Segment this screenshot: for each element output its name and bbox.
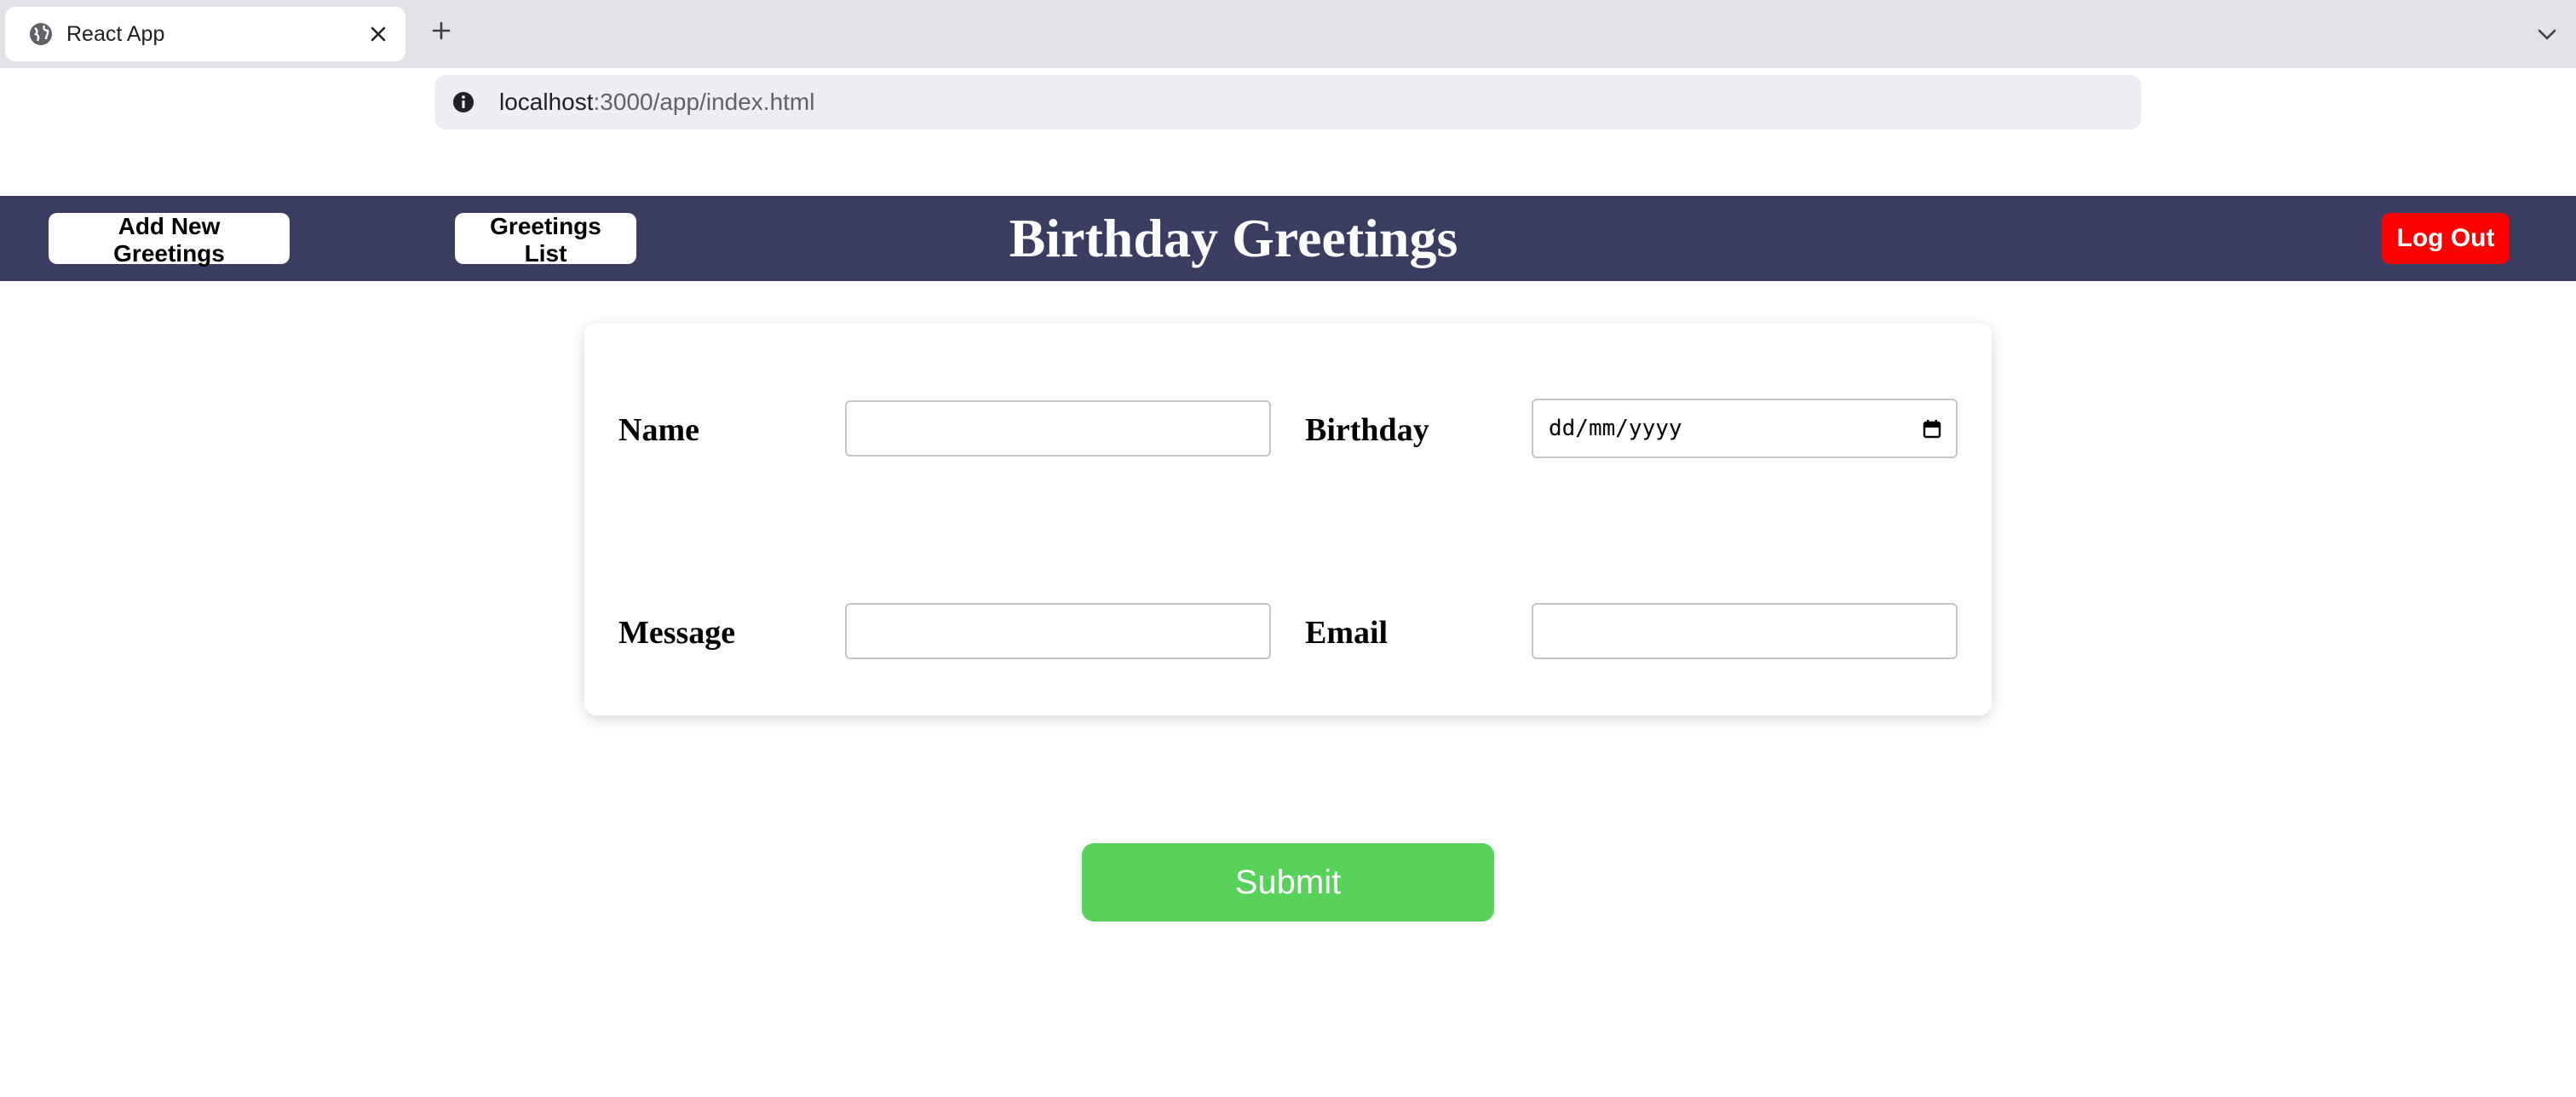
email-input[interactable] — [1532, 603, 1958, 659]
greetings-list-button[interactable]: Greetings List — [455, 213, 636, 267]
browser-tab[interactable]: React App — [5, 7, 405, 61]
birthday-input[interactable]: dd/mm/yyyy — [1532, 399, 1958, 458]
address-url: localhost:3000/app/index.html — [499, 75, 814, 129]
app-header: Birthday Greetings Add New Greetings Gre… — [0, 196, 2576, 281]
birthday-placeholder: dd/mm/yyyy — [1549, 416, 1682, 441]
email-label: Email — [1305, 615, 1389, 651]
globe-icon — [30, 23, 52, 45]
url-host: localhost — [499, 89, 594, 115]
plus-icon[interactable] — [428, 17, 455, 44]
birthday-label: Birthday — [1305, 412, 1429, 448]
greeting-form: Name Birthday dd/mm/yyyy Message Email — [584, 324, 1992, 715]
add-new-greetings-button[interactable]: Add New Greetings — [49, 213, 290, 267]
chevron-down-icon[interactable] — [2533, 20, 2561, 48]
submit-button[interactable]: Submit — [1082, 843, 1494, 922]
logout-button[interactable]: Log Out — [2382, 213, 2510, 264]
browser-tabstrip: React App — [0, 0, 2576, 68]
info-icon[interactable] — [450, 89, 477, 116]
message-input[interactable] — [845, 603, 1271, 659]
page-title: Birthday Greetings — [1009, 208, 1458, 268]
message-label: Message — [618, 615, 736, 651]
name-input[interactable] — [845, 400, 1271, 457]
tab-title: React App — [66, 22, 165, 46]
address-bar[interactable]: localhost:3000/app/index.html — [434, 75, 2142, 129]
url-path: :3000/app/index.html — [593, 89, 815, 115]
browser-toolbar: localhost:3000/app/index.html — [0, 68, 2576, 196]
calendar-icon[interactable] — [1922, 419, 1942, 439]
name-label: Name — [618, 412, 699, 448]
close-icon[interactable] — [366, 22, 390, 46]
